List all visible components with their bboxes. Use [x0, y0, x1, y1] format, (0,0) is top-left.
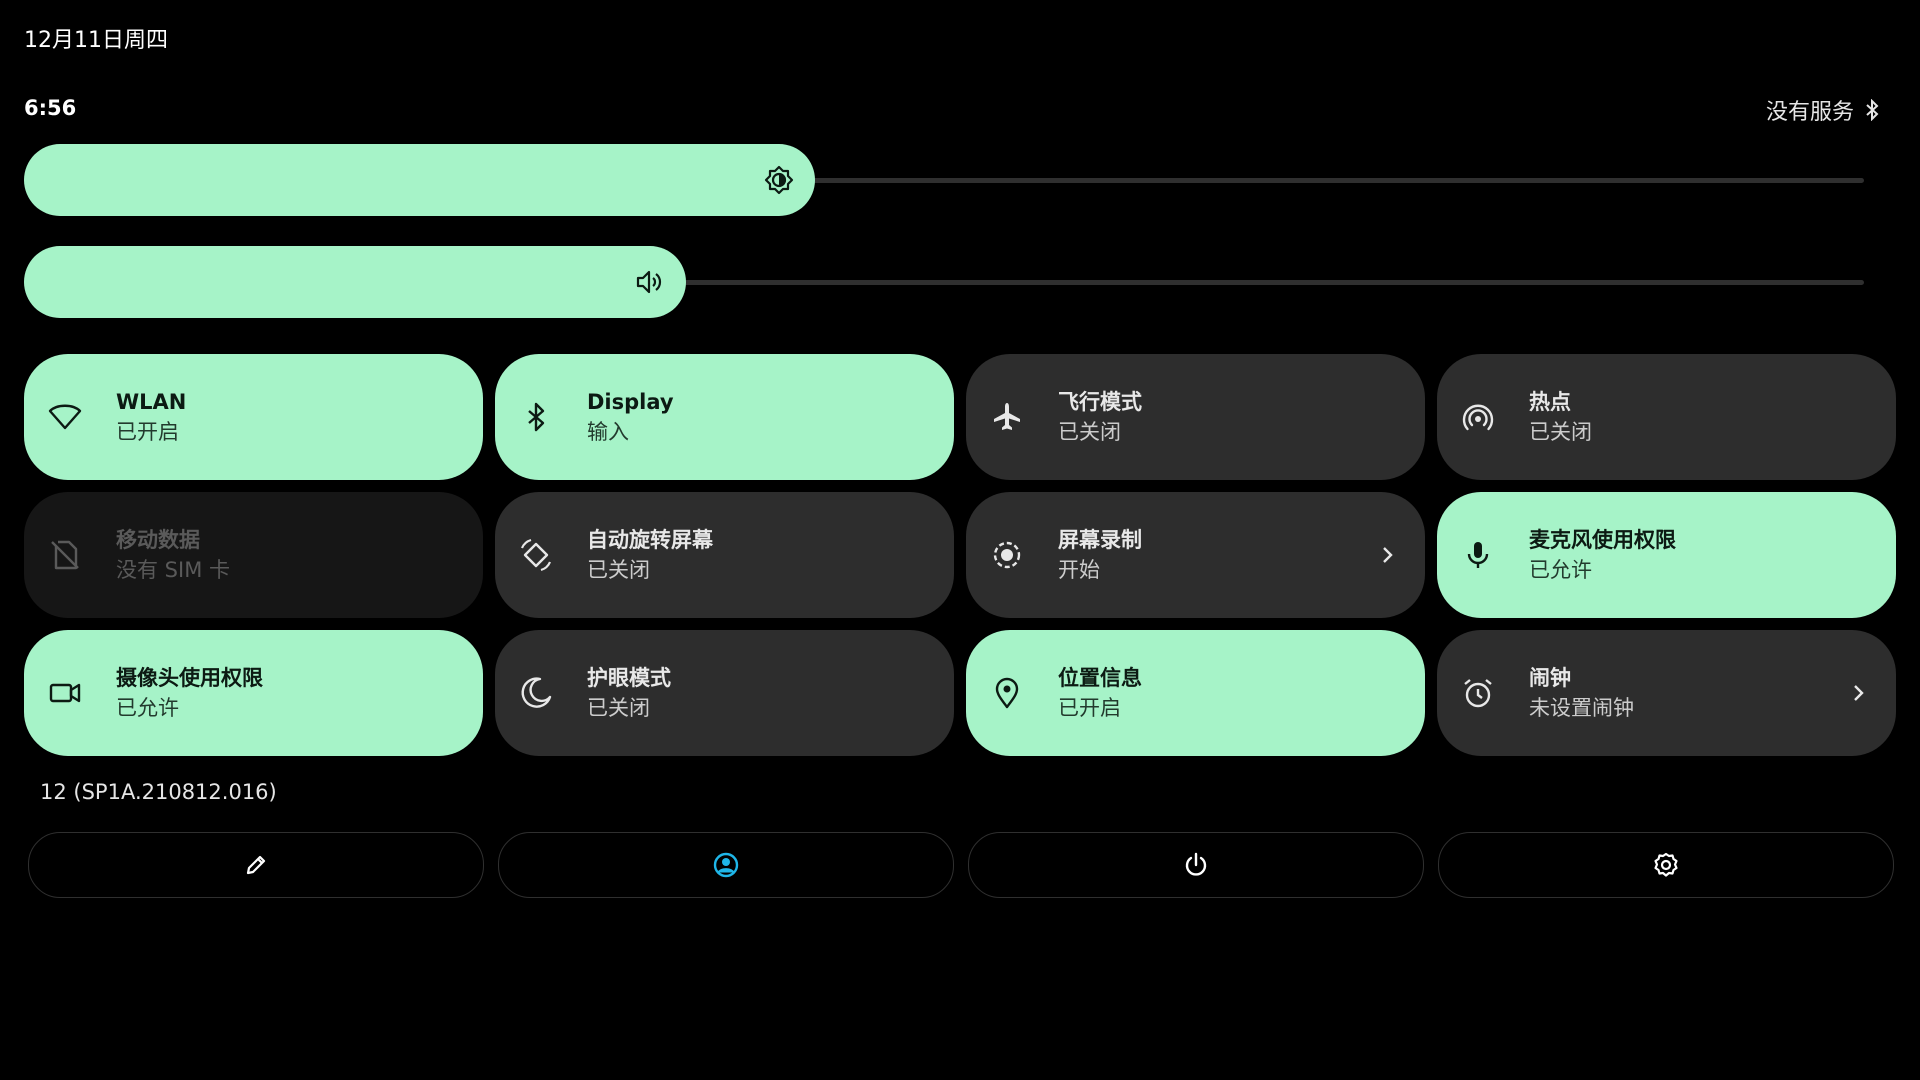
tile-title: 护眼模式 [587, 666, 671, 690]
tile-subtitle: 已关闭 [1058, 420, 1121, 444]
tile-subtitle: 开始 [1058, 558, 1100, 582]
tile-subtitle: 已开启 [1058, 696, 1121, 720]
tile-subtitle: 未设置闹钟 [1529, 696, 1634, 720]
tile-title: 飞行模式 [1058, 390, 1142, 414]
settings-button[interactable] [1438, 832, 1894, 898]
user-switch-button[interactable] [498, 832, 954, 898]
location-icon [990, 676, 1024, 710]
alarm-icon [1461, 676, 1495, 710]
screen-record-icon [990, 538, 1024, 572]
bluetooth-icon [519, 400, 553, 434]
hotspot-icon [1461, 400, 1495, 434]
tile-wifi[interactable]: WLAN 已开启 [24, 354, 483, 480]
settings-icon [1652, 851, 1680, 879]
tile-subtitle: 已开启 [116, 420, 179, 444]
volume-icon [634, 266, 666, 298]
volume-fill[interactable] [24, 246, 687, 318]
tile-hotspot[interactable]: 热点 已关闭 [1437, 354, 1896, 480]
user-icon [712, 851, 740, 879]
tile-subtitle: 没有 SIM 卡 [116, 558, 230, 582]
brightness-icon [763, 164, 795, 196]
status-area: 没有服务 [1766, 94, 1880, 126]
tile-subtitle: 已允许 [1529, 558, 1592, 582]
tile-rotate[interactable]: 自动旋转屏幕 已关闭 [495, 492, 954, 618]
edit-icon [243, 852, 269, 878]
tile-camera[interactable]: 摄像头使用权限 已允许 [24, 630, 483, 756]
tile-no-sim: 移动数据没有 SIM 卡 [24, 492, 483, 618]
brightness-fill[interactable] [24, 144, 816, 216]
edit-button[interactable] [28, 832, 484, 898]
tile-title: 屏幕录制 [1058, 528, 1142, 552]
tile-screen-record[interactable]: 屏幕录制 开始 [966, 492, 1425, 618]
no-sim-icon [48, 538, 82, 572]
tile-microphone[interactable]: 麦克风使用权限 已允许 [1437, 492, 1896, 618]
moon-icon [519, 676, 553, 710]
chevron-right-icon[interactable] [1377, 545, 1397, 565]
camera-icon [48, 676, 82, 710]
airplane-icon [990, 400, 1024, 434]
power-button[interactable] [968, 832, 1424, 898]
tile-title: 位置信息 [1058, 666, 1142, 690]
tile-subtitle: 已关闭 [1529, 420, 1592, 444]
wifi-icon [48, 400, 82, 434]
tile-title: 闹钟 [1529, 666, 1571, 690]
volume-slider[interactable] [24, 246, 1864, 318]
power-icon [1182, 851, 1210, 879]
footer-actions [28, 832, 1894, 898]
tile-subtitle: 已关闭 [587, 696, 650, 720]
tile-subtitle: 已允许 [116, 696, 179, 720]
clock: 6:56 [24, 96, 77, 120]
tile-title: 移动数据 [116, 528, 200, 552]
quick-settings-grid: WLAN 已开启 Display 输入 飞行模式 已关闭 热点 已关闭 移动数据 没有 SIM 卡… [24, 354, 1896, 756]
tile-bluetooth[interactable]: Display 输入 [495, 354, 954, 480]
date-label: 12月11日周四 [24, 28, 168, 53]
network-status: 没有服务 [1765, 100, 1854, 125]
tile-location[interactable]: 位置信息 已开启 [966, 630, 1425, 756]
tile-title: 热点 [1529, 390, 1571, 414]
tile-subtitle: 已关闭 [587, 558, 650, 582]
chevron-right-icon[interactable] [1848, 683, 1868, 703]
tile-subtitle: 输入 [587, 420, 629, 444]
tile-title: 麦克风使用权限 [1529, 528, 1676, 552]
build-number: 12 (SP1A.210812.016) [40, 780, 277, 804]
tile-title: Display [587, 390, 674, 414]
tile-title: 自动旋转屏幕 [587, 528, 713, 552]
tile-title: WLAN [116, 390, 187, 414]
brightness-slider[interactable] [24, 144, 1864, 216]
bluetooth-status-icon [1864, 99, 1880, 121]
rotate-icon [519, 538, 553, 572]
tile-alarm[interactable]: 闹钟 未设置闹钟 [1437, 630, 1896, 756]
tile-title: 摄像头使用权限 [116, 666, 263, 690]
microphone-icon [1461, 538, 1495, 572]
tile-airplane[interactable]: 飞行模式 已关闭 [966, 354, 1425, 480]
tile-moon[interactable]: 护眼模式 已关闭 [495, 630, 954, 756]
